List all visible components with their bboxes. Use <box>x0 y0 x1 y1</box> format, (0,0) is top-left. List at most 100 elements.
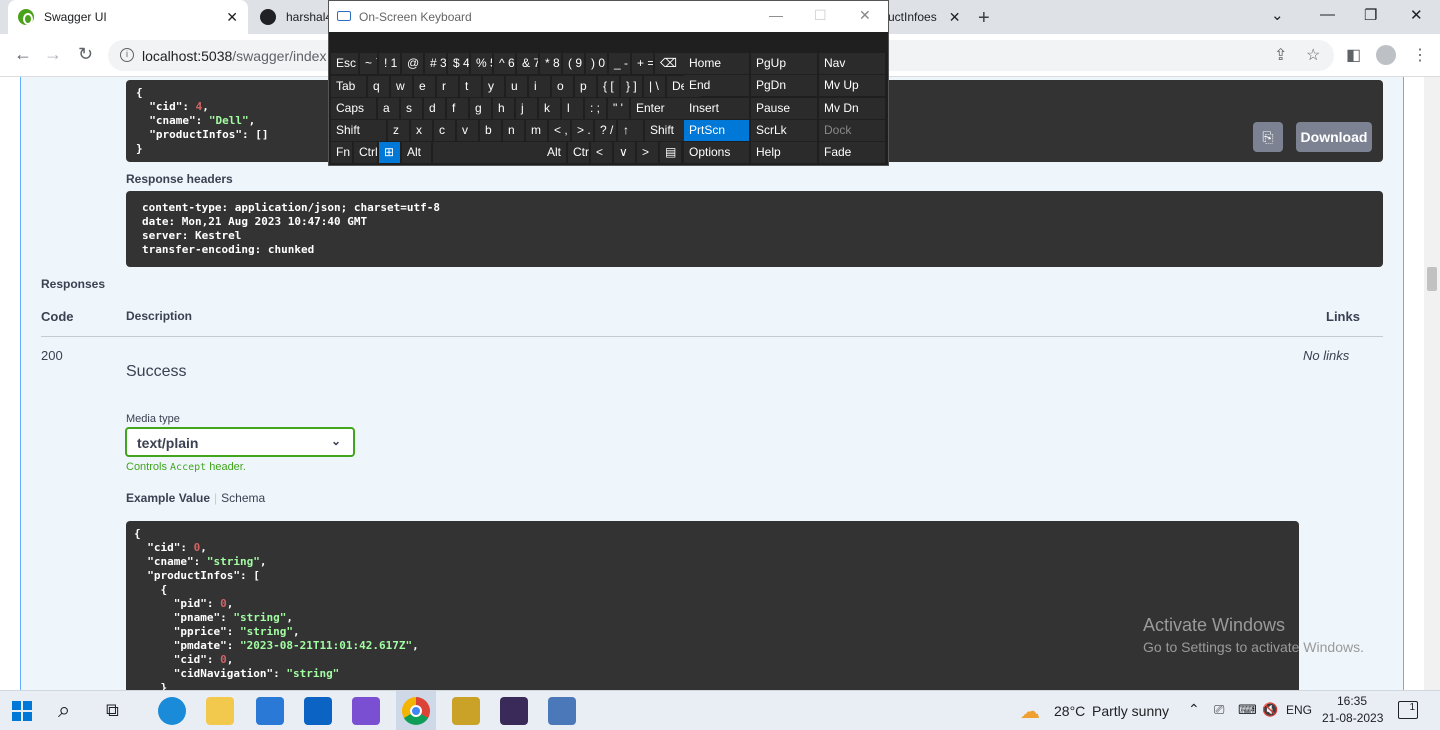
osk-key[interactable]: _ - <box>609 53 630 74</box>
weather-desc[interactable]: Partly sunny <box>1092 703 1169 719</box>
osk-key[interactable]: d <box>424 98 445 119</box>
forward-arrow-icon[interactable]: → <box>44 44 62 65</box>
osk-side-key[interactable]: Nav <box>819 53 885 74</box>
osk-key[interactable]: s <box>401 98 422 119</box>
osk-key[interactable]: c <box>434 120 455 141</box>
osk-key[interactable]: < <box>591 142 612 163</box>
osk-key[interactable]: Fn <box>331 142 352 163</box>
edge-icon[interactable] <box>158 697 186 725</box>
osk-key[interactable]: ⊞ <box>379 142 400 163</box>
language-indicator[interactable]: ENG <box>1286 703 1312 717</box>
osk-key[interactable]: ( 9 <box>563 53 584 74</box>
media-type-select[interactable]: text/plain ⌄ <box>125 427 355 457</box>
osk-key[interactable]: ^ 6 <box>494 53 515 74</box>
restore-icon[interactable]: ❐ <box>1364 6 1377 24</box>
osk-key[interactable]: v <box>457 120 478 141</box>
osk-key[interactable]: z <box>388 120 409 141</box>
osk-key[interactable]: : ; <box>585 98 606 119</box>
osk-key[interactable]: ! 1 <box>379 53 400 74</box>
osk-key[interactable]: o <box>552 76 573 97</box>
osk-close-icon[interactable]: ✕ <box>859 7 871 24</box>
osk-key[interactable]: Shift <box>331 120 386 141</box>
osk-side-key[interactable]: Help <box>751 142 817 164</box>
osk-taskbar-icon[interactable] <box>548 697 576 725</box>
osk-key[interactable]: u <box>506 76 527 97</box>
clock-date[interactable]: 21-08-2023 <box>1322 711 1383 725</box>
osk-key[interactable]: Ctrl <box>568 142 589 163</box>
osk-key[interactable]: ) 0 <box>586 53 607 74</box>
osk-key[interactable]: Ctrl <box>354 142 377 163</box>
osk-side-key[interactable]: PrtScn <box>684 119 749 141</box>
osk-key[interactable]: " ' <box>608 98 629 119</box>
osk-key[interactable]: { [ <box>598 76 619 97</box>
osk-side-key[interactable]: PgUp <box>751 53 817 74</box>
osk-side-key[interactable]: Home <box>684 53 749 74</box>
osk-key[interactable]: i <box>529 76 550 97</box>
tray-chevron-up-icon[interactable]: ⌃ <box>1188 701 1200 718</box>
download-button[interactable]: Download <box>1296 122 1372 152</box>
osk-side-key[interactable]: PgDn <box>751 75 817 97</box>
osk-key[interactable]: ~ ` <box>360 53 377 74</box>
osk-key[interactable]: w <box>391 76 412 97</box>
terminal-icon[interactable] <box>500 697 528 725</box>
bookmark-star-icon[interactable]: ☆ <box>1306 45 1320 65</box>
osk-key[interactable]: Caps <box>331 98 376 119</box>
tab-search-icon[interactable]: ⌄ <box>1271 6 1284 24</box>
osk-key[interactable]: y <box>483 76 504 97</box>
new-tab-button[interactable]: + <box>978 7 990 30</box>
weather-temp[interactable]: 28°C <box>1054 703 1085 719</box>
osk-key[interactable]: g <box>470 98 491 119</box>
tools-icon[interactable] <box>452 697 480 725</box>
osk-side-key[interactable]: ScrLk <box>751 119 817 141</box>
volume-muted-icon[interactable]: 🔇 <box>1262 702 1278 718</box>
profile-avatar[interactable] <box>1376 45 1396 65</box>
weather-icon[interactable]: ☁ <box>1020 699 1040 724</box>
side-panel-icon[interactable]: ◧ <box>1346 45 1361 65</box>
osk-side-key[interactable]: Mv Dn <box>819 97 885 119</box>
tab-github[interactable]: harshal4 <box>256 0 336 34</box>
osk-key[interactable]: & 7 <box>517 53 538 74</box>
tab-productinfoes[interactable]: uctInfoes ✕ <box>886 0 980 34</box>
osk-key[interactable]: < , <box>549 120 570 141</box>
osk-side-key[interactable]: Fade <box>819 142 885 164</box>
osk-key[interactable]: * 8 <box>540 53 561 74</box>
osk-key[interactable]: t <box>460 76 481 97</box>
visual-studio-icon[interactable] <box>352 697 380 725</box>
osk-key[interactable]: ∨ <box>614 142 635 163</box>
notifications-icon[interactable]: 1 <box>1398 701 1418 719</box>
search-icon[interactable]: ⌕ <box>58 697 86 725</box>
osk-key[interactable]: % 5 <box>471 53 492 74</box>
menu-kebab-icon[interactable]: ⋮ <box>1412 45 1428 65</box>
osk-key[interactable]: > <box>637 142 658 163</box>
osk-key[interactable]: ↑ <box>618 120 643 141</box>
osk-key[interactable]: Alt <box>433 142 566 163</box>
tab-example-value[interactable]: Example Value <box>126 491 210 505</box>
osk-key[interactable]: | \ <box>644 76 665 97</box>
osk-titlebar[interactable]: On-Screen Keyboard — ☐ ✕ <box>329 1 888 32</box>
task-view-icon[interactable]: ⧉ <box>106 697 134 725</box>
site-info-icon[interactable]: i <box>120 48 134 62</box>
osk-key[interactable]: + = <box>632 53 653 74</box>
osk-key[interactable]: # 3 <box>425 53 446 74</box>
osk-key[interactable]: n <box>503 120 524 141</box>
osk-key[interactable]: p <box>575 76 596 97</box>
osk-key[interactable]: } ] <box>621 76 642 97</box>
minimize-icon[interactable]: — <box>1320 6 1335 23</box>
close-tab-icon[interactable]: ✕ <box>949 9 961 26</box>
osk-key[interactable]: ? / <box>595 120 616 141</box>
osk-key[interactable]: l <box>562 98 583 119</box>
file-explorer-icon[interactable] <box>206 697 234 725</box>
osk-key[interactable]: b <box>480 120 501 141</box>
osk-side-key[interactable]: Mv Up <box>819 75 885 97</box>
page-scrollbar[interactable] <box>1424 77 1440 690</box>
osk-key[interactable]: Esc <box>331 53 358 74</box>
scrollbar-thumb[interactable] <box>1427 267 1437 291</box>
osk-key[interactable]: q <box>368 76 389 97</box>
osk-key[interactable]: Tab <box>331 76 366 97</box>
osk-minimize-icon[interactable]: — <box>769 7 783 23</box>
network-icon[interactable]: ⌨ <box>1238 702 1257 718</box>
share-icon[interactable]: ⇪ <box>1274 45 1287 65</box>
osk-key[interactable]: Enter <box>631 98 686 119</box>
osk-key[interactable]: $ 4 <box>448 53 469 74</box>
osk-key[interactable]: j <box>516 98 537 119</box>
